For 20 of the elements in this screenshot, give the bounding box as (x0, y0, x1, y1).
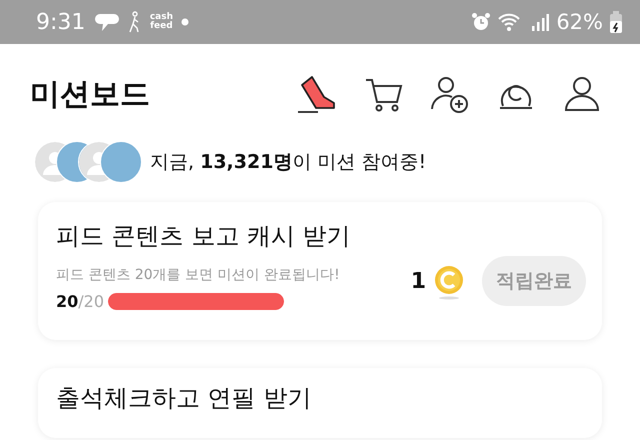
add-friend-icon[interactable] (430, 74, 470, 114)
notification-dot-icon (181, 18, 190, 26)
progress-count: 20/20 (56, 292, 104, 310)
battery-percentage: 62% (556, 10, 603, 34)
page-title: 미션보드 (30, 76, 150, 114)
participants-text: 지금, 13,321명이 미션 참여중! (150, 150, 426, 175)
status-time: 9:31 (36, 10, 86, 34)
avatar-photo (100, 141, 142, 183)
app-logo-text: cash feed (148, 13, 174, 31)
alarm-clock-icon (471, 12, 492, 32)
mission-title: 피드 콘텐츠 보고 캐시 받기 (56, 221, 352, 252)
mission-title: 출석체크하고 연필 받기 (56, 383, 312, 414)
coin-icon (434, 266, 464, 300)
walking-person-icon (127, 11, 142, 33)
mission-description: 피드 콘텐츠 20개를 보면 미션이 완료됩니다! (56, 266, 341, 284)
profile-icon[interactable] (562, 74, 602, 114)
reward-amount: 1 (410, 268, 426, 296)
chat-bubble-icon (94, 12, 120, 32)
signal-icon (531, 12, 550, 32)
battery-icon (610, 11, 622, 33)
